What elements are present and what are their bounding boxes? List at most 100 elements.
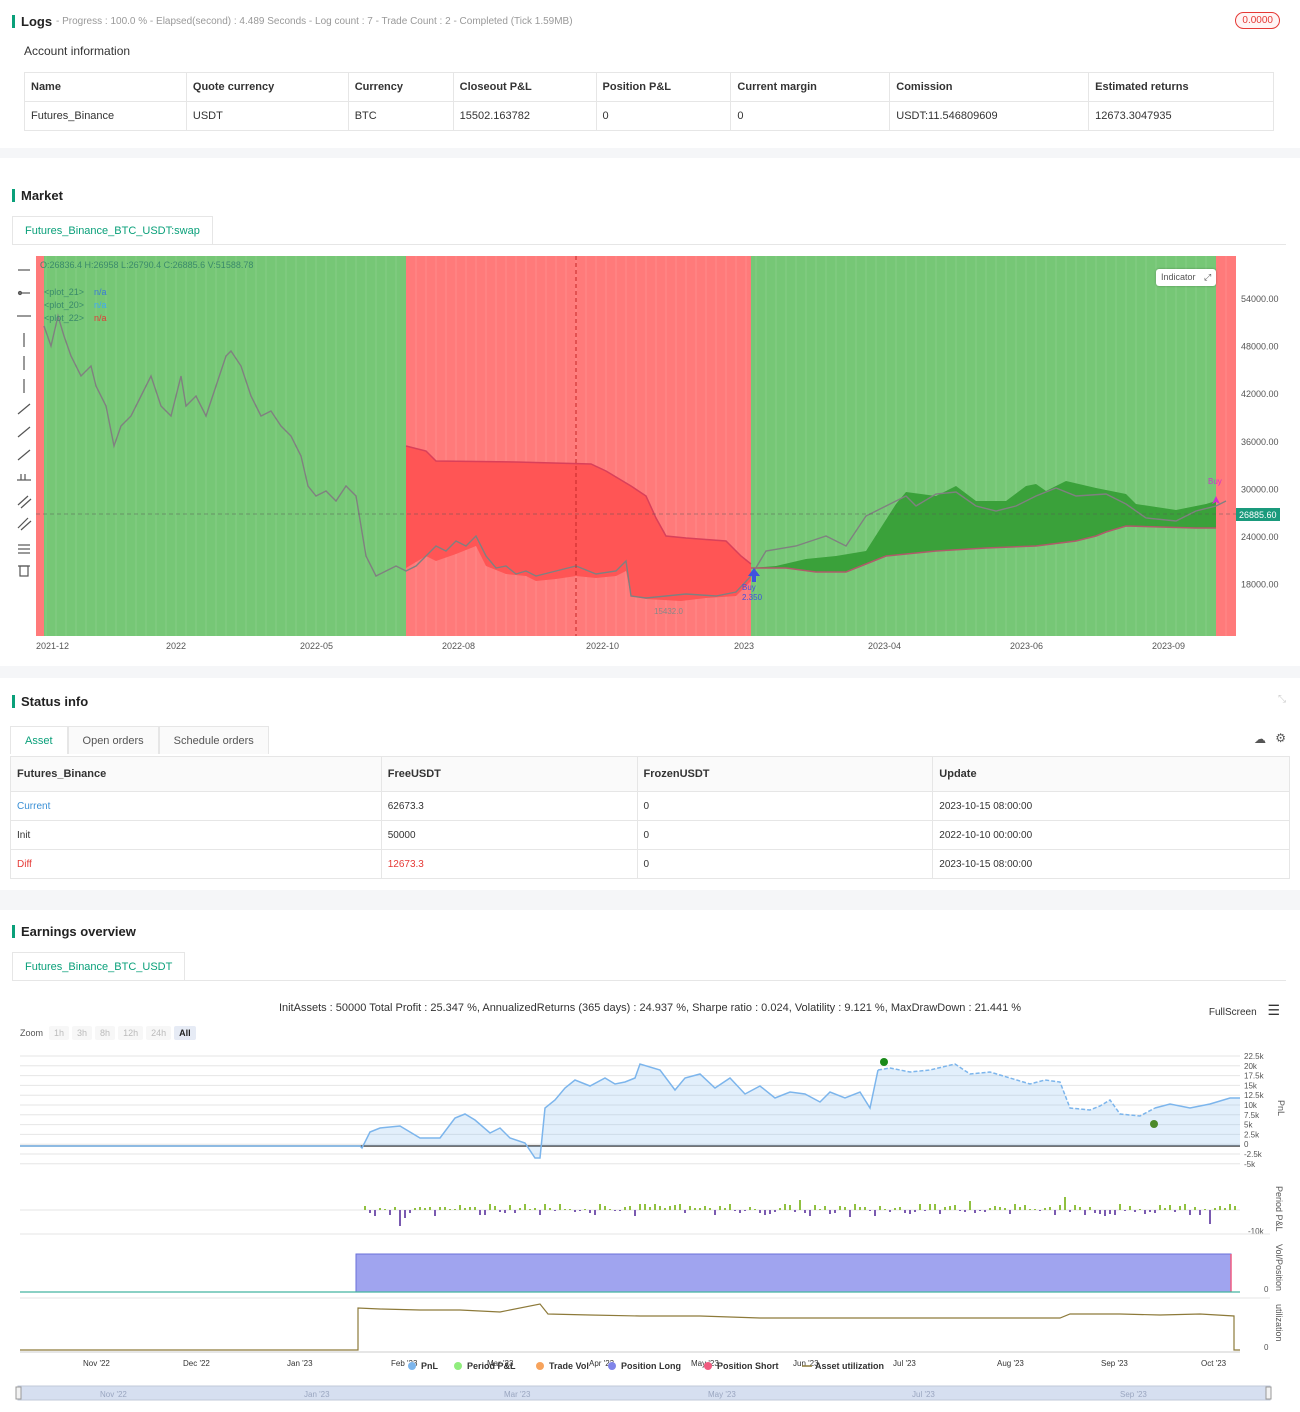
period-pnl-bar — [844, 1207, 846, 1210]
earnings-summary: InitAssets : 50000 Total Profit : 25.347… — [278, 1002, 1022, 1014]
svg-text:Position Long: Position Long — [621, 1361, 681, 1371]
status-section: Status info ⤡ Asset Open orders Schedule o… — [0, 678, 1300, 890]
download-icon[interactable]: ☁ — [1254, 732, 1266, 746]
menu-icon[interactable]: ☰ — [1267, 1002, 1280, 1018]
period-pnl-bar — [704, 1206, 706, 1210]
market-tab[interactable]: Futures_Binance_BTC_USDT:swap — [12, 216, 213, 245]
status-cell: Current — [10, 791, 382, 821]
account-cell: USDT — [185, 101, 349, 131]
period-pnl-bar — [684, 1210, 686, 1213]
period-pnl-bar — [879, 1206, 881, 1210]
zoom-option-1h[interactable]: 1h — [49, 1026, 70, 1040]
pnl-tick: -5k — [1244, 1160, 1256, 1169]
extended-trend-icon[interactable] — [17, 449, 31, 461]
period-pnl-bar — [539, 1210, 541, 1215]
pnl-tick: -2.5k — [1244, 1150, 1263, 1159]
period-pnl-bar — [1184, 1204, 1186, 1210]
period-pnl-bar — [734, 1210, 736, 1211]
price-range-icon[interactable] — [17, 474, 31, 481]
pnl-tick: 5k — [1244, 1121, 1253, 1130]
settings-icon[interactable]: ⚙ — [1275, 731, 1286, 745]
status-tab-asset[interactable]: Asset — [10, 726, 68, 754]
legend-item-trade-vol[interactable]: Trade Vol — [536, 1361, 589, 1371]
max-point-marker — [880, 1058, 888, 1066]
status-cell: 2023-10-15 08:00:00 — [932, 791, 1290, 821]
period-pnl-bar — [589, 1210, 591, 1213]
period-pnl-bar — [754, 1209, 756, 1210]
period-pnl-bar — [1144, 1210, 1146, 1214]
vol-axis-tick: 0 — [1264, 1285, 1269, 1294]
navigator-track[interactable] — [17, 1385, 1271, 1401]
price-tick: 30000.00 — [1241, 484, 1279, 494]
earnings-chart[interactable]: 22.5k20k17.5k15k12.5k10k7.5k5k2.5k0-2.5k… — [0, 1048, 1300, 1410]
period-pnl-axis-title: Period P&L — [1274, 1186, 1284, 1232]
account-cell: Futures_Binance — [24, 101, 187, 131]
period-pnl-bar — [1019, 1207, 1021, 1210]
time-tick: 2023-06 — [1010, 641, 1043, 651]
zoom-option-12h[interactable]: 12h — [118, 1026, 144, 1040]
trend-line-icon[interactable] — [17, 403, 31, 415]
navigator-tick: Sep '23 — [1120, 1390, 1147, 1399]
navigator-tick: Mar '23 — [504, 1390, 531, 1399]
period-pnl-bar — [869, 1210, 871, 1211]
zoom-option-All[interactable]: All — [174, 1026, 196, 1040]
collapse-icon[interactable]: ⤡ — [1278, 694, 1286, 705]
period-pnl-bar — [854, 1204, 856, 1210]
horizontal-ray-icon[interactable] — [17, 290, 30, 296]
account-header-cell: Comission — [889, 72, 1090, 102]
fullscreen-button[interactable]: FullScreen ☰ — [1209, 1002, 1280, 1019]
time-tick: 2022-10 — [586, 641, 619, 651]
price-tick: 18000.00 — [1241, 580, 1279, 590]
pnl-area — [362, 1064, 1240, 1158]
zoom-option-8h[interactable]: 8h — [95, 1026, 116, 1040]
legend-item-asset-utilization[interactable]: Asset utilization — [802, 1361, 884, 1371]
period-pnl-bar — [819, 1209, 821, 1210]
earnings-time-tick: Nov '22 — [83, 1359, 110, 1368]
period-pnl-bar — [739, 1210, 741, 1213]
account-cell: 12673.3047935 — [1088, 101, 1274, 131]
period-pnl-bar — [664, 1208, 666, 1210]
period-pnl-bar — [624, 1207, 626, 1210]
legend-item-period-p-l[interactable]: Period P&L — [454, 1361, 516, 1371]
period-pnl-bar — [654, 1204, 656, 1210]
status-tab-open-orders[interactable]: Open orders — [67, 726, 159, 754]
period-pnl-bar — [649, 1207, 651, 1210]
zoom-option-24h[interactable]: 24h — [146, 1026, 172, 1040]
pitchfork-icon[interactable] — [17, 517, 32, 531]
period-pnl-bar — [504, 1210, 506, 1213]
period-pnl-bar — [499, 1210, 501, 1212]
earnings-tabline — [12, 980, 1286, 981]
price-tag-text: 26885.60 — [1239, 510, 1277, 520]
ray-line-icon[interactable] — [17, 426, 31, 438]
period-pnl-bar — [914, 1210, 916, 1212]
legend-item-position-long[interactable]: Position Long — [608, 1361, 681, 1371]
status-tab-schedule-orders[interactable]: Schedule orders — [158, 726, 269, 754]
earnings-tab[interactable]: Futures_Binance_BTC_USDT — [12, 952, 186, 981]
period-pnl-bar — [1014, 1204, 1016, 1210]
status-table: Futures_Binance FreeUSDT FrozenUSDT Update … — [10, 756, 1290, 879]
pnl-tick: 20k — [1244, 1062, 1258, 1071]
legend-item-pnl[interactable]: PnL — [408, 1361, 439, 1371]
status-cell: Diff — [10, 849, 382, 879]
zoom-option-3h[interactable]: 3h — [72, 1026, 93, 1040]
expand-icon[interactable]: ⤢ — [1204, 272, 1211, 282]
period-pnl-bar — [1094, 1210, 1096, 1213]
earnings-time-tick: Sep '23 — [1101, 1359, 1128, 1368]
period-pnl-bar — [829, 1210, 831, 1214]
period-pnl-bar — [804, 1210, 806, 1213]
period-pnl-bar — [424, 1208, 426, 1210]
period-pnl-bar — [584, 1209, 586, 1210]
parallel-channel-icon[interactable] — [17, 495, 32, 509]
period-pnl-bar — [884, 1209, 886, 1210]
price-chart[interactable]: Buy 2.350 Buy 15432.0 54000.00 48000.00 42… — [36, 256, 1286, 656]
period-pnl-bar — [1199, 1210, 1201, 1215]
period-pnl-bar — [769, 1210, 771, 1214]
period-pnl-bar — [574, 1210, 576, 1212]
fib-retracement-icon[interactable] — [18, 544, 30, 554]
navigator-handle-left[interactable] — [15, 1386, 22, 1400]
period-pnl-bar — [779, 1208, 781, 1210]
indicator-button[interactable]: Indicator ⤢ — [1156, 269, 1217, 286]
navigator-handle-right[interactable] — [1265, 1386, 1272, 1400]
period-pnl-bar — [1009, 1210, 1011, 1214]
trash-icon[interactable] — [18, 565, 30, 577]
